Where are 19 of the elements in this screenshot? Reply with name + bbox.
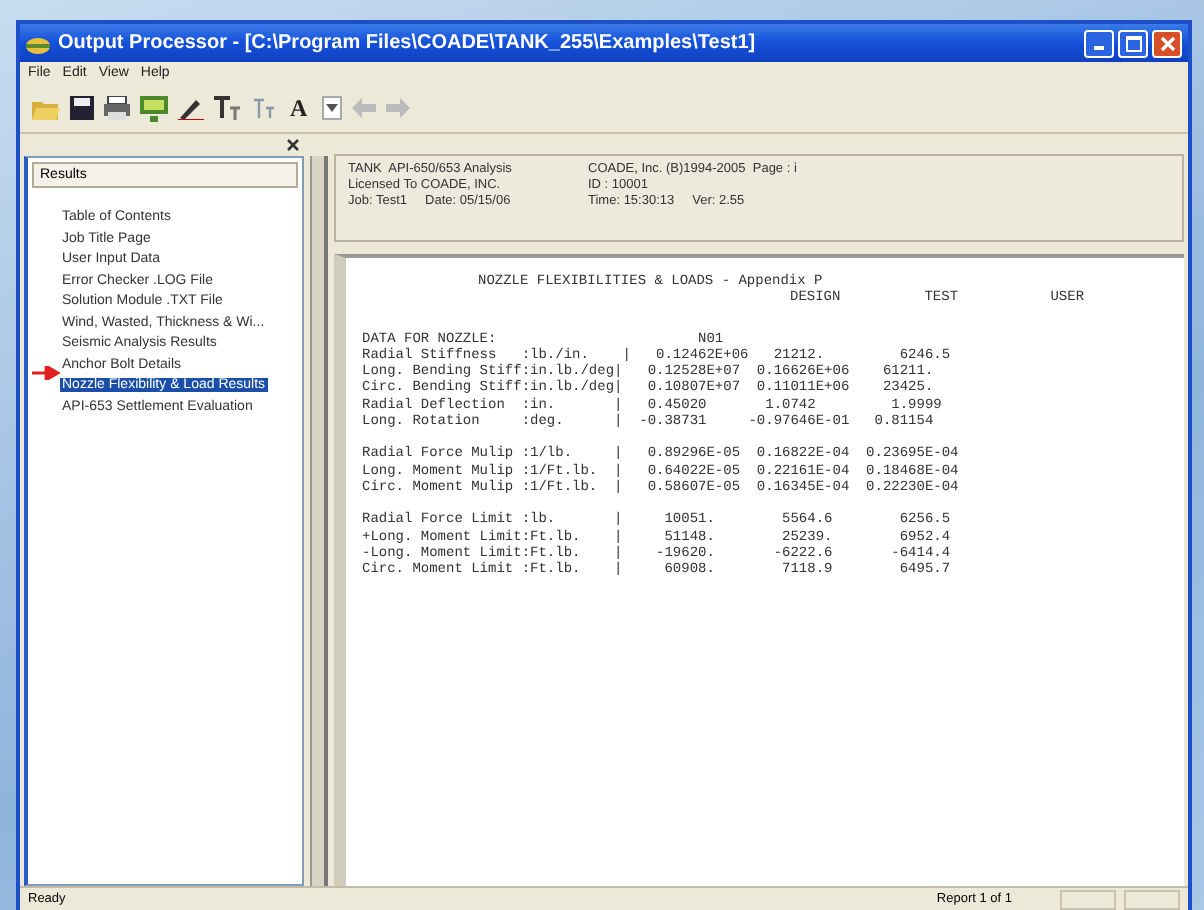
close-icon [1159, 35, 1175, 51]
font-button[interactable]: A [286, 93, 312, 123]
close-button[interactable] [1152, 29, 1182, 57]
close-icon[interactable] [286, 138, 300, 152]
font-size-icon[interactable] [214, 96, 242, 120]
maximize-button[interactable] [1118, 29, 1148, 57]
minimize-button[interactable] [1084, 29, 1114, 57]
monitor-icon[interactable] [140, 95, 168, 121]
app-icon [26, 33, 50, 53]
minimize-icon [1094, 46, 1104, 50]
pointer-arrow-icon [32, 366, 60, 380]
maximize-icon [1125, 35, 1141, 51]
window-title: Output Processor - [C:\Program Files\COADE\TANK_255\Examples\Test1] [58, 32, 758, 54]
pencil-icon[interactable] [178, 96, 204, 120]
save-icon[interactable] [70, 96, 94, 120]
panel-splitter[interactable] [310, 156, 328, 886]
print-icon[interactable] [104, 96, 130, 120]
font-dropdown[interactable] [321, 96, 342, 120]
caret-icon [325, 104, 338, 112]
